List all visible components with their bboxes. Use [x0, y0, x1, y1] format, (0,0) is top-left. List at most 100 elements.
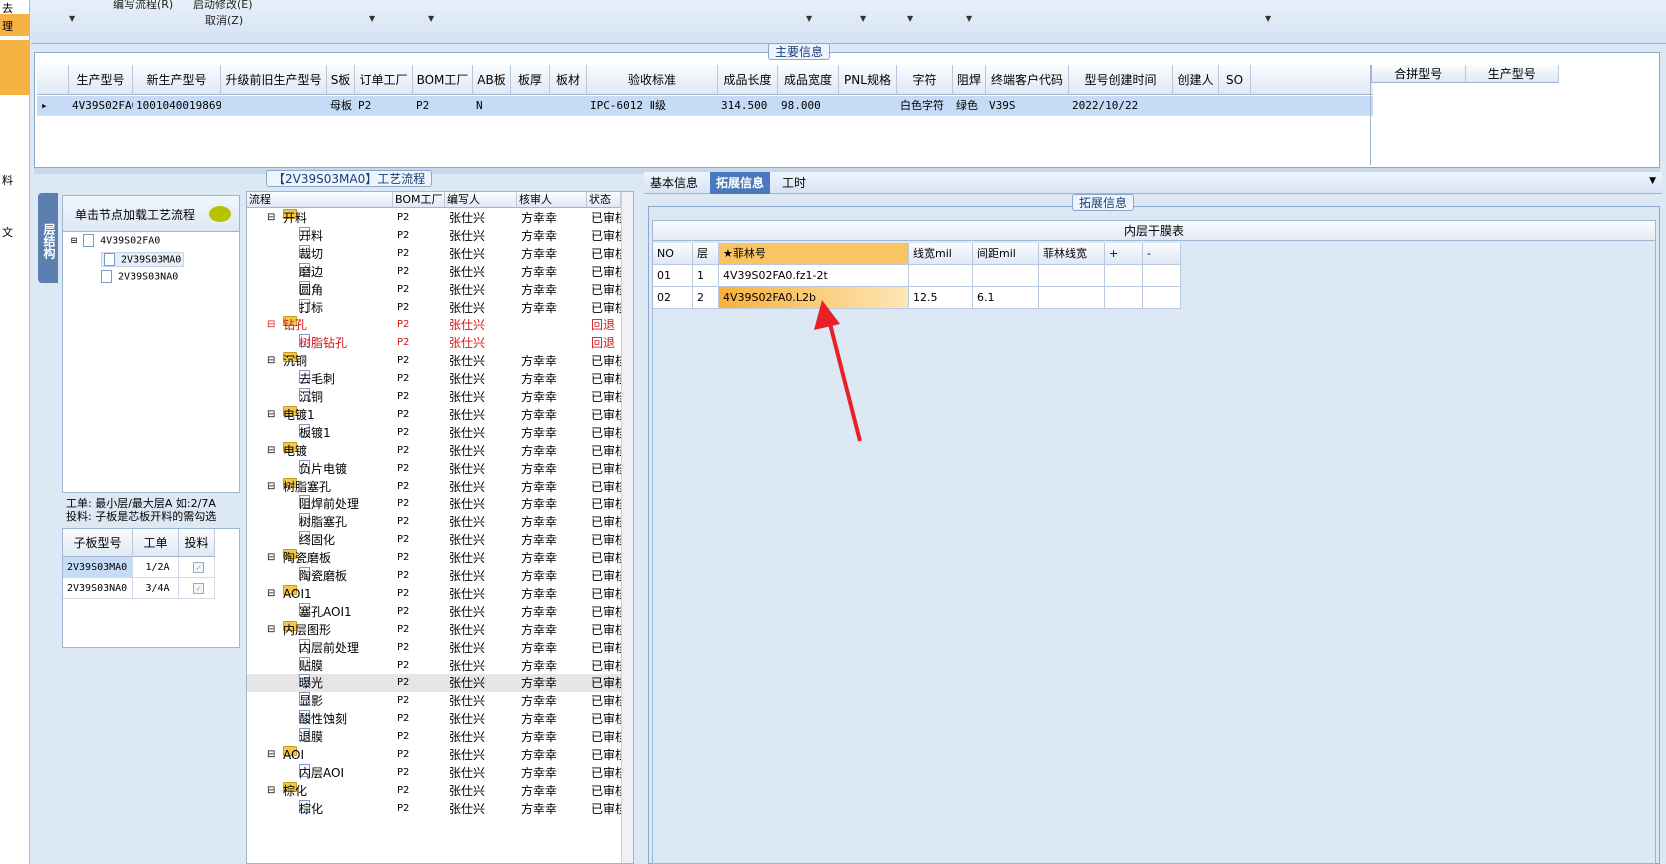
col-header[interactable]: BOM工厂	[413, 65, 473, 95]
add-row-button[interactable]: +	[1105, 243, 1143, 265]
dropdown-arrow-icon[interactable]: ▼	[806, 14, 812, 23]
scrollbar[interactable]	[621, 192, 633, 863]
cell-char[interactable]: 白色字符	[897, 96, 953, 116]
cell-customer[interactable]: V39S	[986, 96, 1069, 116]
cell-spacing[interactable]	[973, 265, 1039, 287]
col-header[interactable]: 核审人	[517, 192, 587, 207]
col-header[interactable]: 子板型号	[63, 529, 133, 557]
flow-row[interactable]: 磨边 P2 张仕兴 方幸幸 已审核	[247, 262, 633, 281]
cell-layer[interactable]: 2	[693, 287, 719, 309]
expand-toggle-icon[interactable]: ⊟	[267, 442, 275, 460]
col-header[interactable]: 型号创建时间	[1069, 65, 1173, 95]
col-header[interactable]: PNL规格	[839, 65, 897, 95]
tab-basic-info[interactable]: 基本信息	[644, 172, 704, 194]
flow-row[interactable]: ⊟ AOI1 P2 张仕兴 方幸幸 已审核	[247, 584, 633, 603]
flow-row[interactable]: 阻焊前处理 P2 张仕兴 方幸幸 已审核	[247, 495, 633, 513]
cell-s-board[interactable]: 母板	[327, 96, 355, 116]
flow-row[interactable]: 圆角 P2 张仕兴 方幸幸 已审核	[247, 280, 633, 299]
cell-film-line-width[interactable]	[1039, 265, 1105, 287]
flow-row[interactable]: 终固化 P2 张仕兴 方幸幸 已审核	[247, 531, 633, 549]
col-header[interactable]: 菲林线宽	[1039, 243, 1105, 265]
sub-cell[interactable]: 2V39S03NA0	[63, 578, 133, 599]
nav-item[interactable]: 去	[2, 0, 13, 16]
tree-node[interactable]: 2V39S03NA0	[101, 270, 178, 283]
col-header[interactable]: 验收标准	[587, 65, 718, 95]
nav-item[interactable]: 料	[2, 172, 13, 188]
flow-row[interactable]: 陶瓷磨板 P2 张仕兴 方幸幸 已审核	[247, 567, 633, 585]
expand-toggle-icon[interactable]: ⊟	[267, 585, 275, 603]
flow-row[interactable]: ⊟ 棕化 P2 张仕兴 方幸幸 已审核	[247, 781, 633, 800]
col-header[interactable]: 生产型号	[69, 65, 133, 95]
col-header[interactable]: 成品长度	[718, 65, 778, 95]
cell-model[interactable]: 4V39S02FA0	[69, 96, 133, 116]
cell-order-factory[interactable]: P2	[355, 96, 413, 116]
col-header[interactable]: 终端客户代码	[986, 65, 1069, 95]
flow-row[interactable]: 贴膜 P2 张仕兴 方幸幸 已审核	[247, 656, 633, 675]
flow-row[interactable]: ⊟ AOI P2 张仕兴 方幸幸 已审核	[247, 746, 633, 764]
col-header[interactable]: S板	[327, 65, 355, 95]
flow-row[interactable]: 开料 P2 张仕兴 方幸幸 已审核	[247, 226, 633, 245]
cell-created[interactable]: 2022/10/22	[1069, 96, 1173, 116]
vertical-tab[interactable]: 层结构	[38, 193, 58, 283]
col-header[interactable]: 订单工厂	[355, 65, 413, 95]
sub-cell[interactable]: 2V39S03MA0	[63, 557, 133, 578]
cell-plus[interactable]	[1105, 287, 1143, 309]
nav-item[interactable]: 文	[2, 224, 13, 240]
tab-work-hours[interactable]: 工时	[776, 172, 812, 194]
col-header[interactable]: 成品宽度	[778, 65, 839, 95]
cell-plus[interactable]	[1105, 265, 1143, 287]
cell-standard[interactable]: IPC-6012 Ⅱ级	[587, 96, 718, 116]
col-header[interactable]: 工单	[133, 529, 179, 557]
cell-line-width[interactable]: 12.5	[909, 287, 973, 309]
cell-bom-factory[interactable]: P2	[413, 96, 473, 116]
dropdown-arrow-icon[interactable]: ▼	[69, 14, 75, 23]
flow-row[interactable]: ⊟ 沉铜 P2 张仕兴 方幸幸 已审核	[247, 352, 633, 370]
cell-no[interactable]: 01	[653, 265, 693, 287]
flow-row[interactable]: 棕化 P2 张仕兴 方幸幸 已审核	[247, 799, 633, 818]
col-header[interactable]: 状态	[587, 192, 621, 207]
toolbar-cancel[interactable]: 取消(Z)	[205, 12, 243, 28]
col-header[interactable]: SO	[1219, 65, 1251, 95]
col-header[interactable]: 合拼型号	[1372, 65, 1466, 82]
flow-row[interactable]: 打标 P2 张仕兴 方幸幸 已审核	[247, 298, 633, 317]
col-header[interactable]: 阻焊	[953, 65, 986, 95]
cell-mask[interactable]: 绿色	[953, 96, 986, 116]
cell-pnl[interactable]	[839, 96, 897, 116]
flow-row[interactable]: ⊟ 电镀 P2 张仕兴 方幸幸 已审核	[247, 441, 633, 460]
flow-row[interactable]: 曝光 P2 张仕兴 方幸幸 已审核	[247, 674, 633, 693]
expand-toggle-icon[interactable]: ⊟	[267, 746, 275, 764]
col-header[interactable]: 新生产型号	[133, 65, 221, 95]
cell-minus[interactable]	[1143, 287, 1181, 309]
dropdown-arrow-icon[interactable]: ▼	[907, 14, 913, 23]
cell-material[interactable]	[550, 96, 587, 116]
col-header[interactable]: 编写人	[445, 192, 517, 207]
remove-row-button[interactable]: -	[1143, 243, 1181, 265]
dropdown-arrow-icon[interactable]: ▼	[369, 14, 375, 23]
expand-toggle-icon[interactable]: ⊟	[267, 406, 275, 424]
col-header[interactable]: 板厚	[511, 65, 550, 95]
flow-row[interactable]: 退膜 P2 张仕兴 方幸幸 已审核	[247, 728, 633, 746]
main-grid-row[interactable]: ▸ 4V39S02FA0 10010400198698 母板 P2 P2 N I…	[37, 96, 1373, 116]
checkbox[interactable]: ✓	[193, 562, 204, 573]
col-header[interactable]: NO	[653, 243, 693, 265]
flow-row[interactable]: 酸性蚀刻 P2 张仕兴 方幸幸 已审核	[247, 710, 633, 728]
col-header[interactable]: BOM工厂	[393, 192, 445, 207]
flow-row[interactable]: ⊟ 陶瓷磨板 P2 张仕兴 方幸幸 已审核	[247, 549, 633, 567]
dropdown-arrow-icon[interactable]: ▼	[966, 14, 972, 23]
cell-layer[interactable]: 1	[693, 265, 719, 287]
tree-node[interactable]: ⊟ 4V39S02FA0	[71, 234, 160, 247]
dropdown-arrow-icon[interactable]: ▼	[860, 14, 866, 23]
expand-toggle-icon[interactable]: ⊟	[267, 352, 275, 370]
expand-toggle-icon[interactable]: ⊟	[267, 549, 275, 567]
col-header[interactable]: 线宽mil	[909, 243, 973, 265]
checkbox[interactable]: ✓	[193, 583, 204, 594]
flow-row[interactable]: ⊟ 内层图形 P2 张仕兴 方幸幸 已审核	[247, 620, 633, 639]
flow-row[interactable]: ⊟ 电镀1 P2 张仕兴 方幸幸 已审核	[247, 405, 633, 424]
nav-item[interactable]: 理	[2, 18, 13, 34]
expand-toggle-icon[interactable]: ⊟	[267, 621, 275, 639]
col-header[interactable]: 流程	[247, 192, 393, 207]
expand-toggle-icon[interactable]: ⊟	[267, 209, 275, 227]
cell-line-width[interactable]	[909, 265, 973, 287]
cell-minus[interactable]	[1143, 265, 1181, 287]
expand-toggle-icon[interactable]: ⊟	[267, 316, 275, 334]
